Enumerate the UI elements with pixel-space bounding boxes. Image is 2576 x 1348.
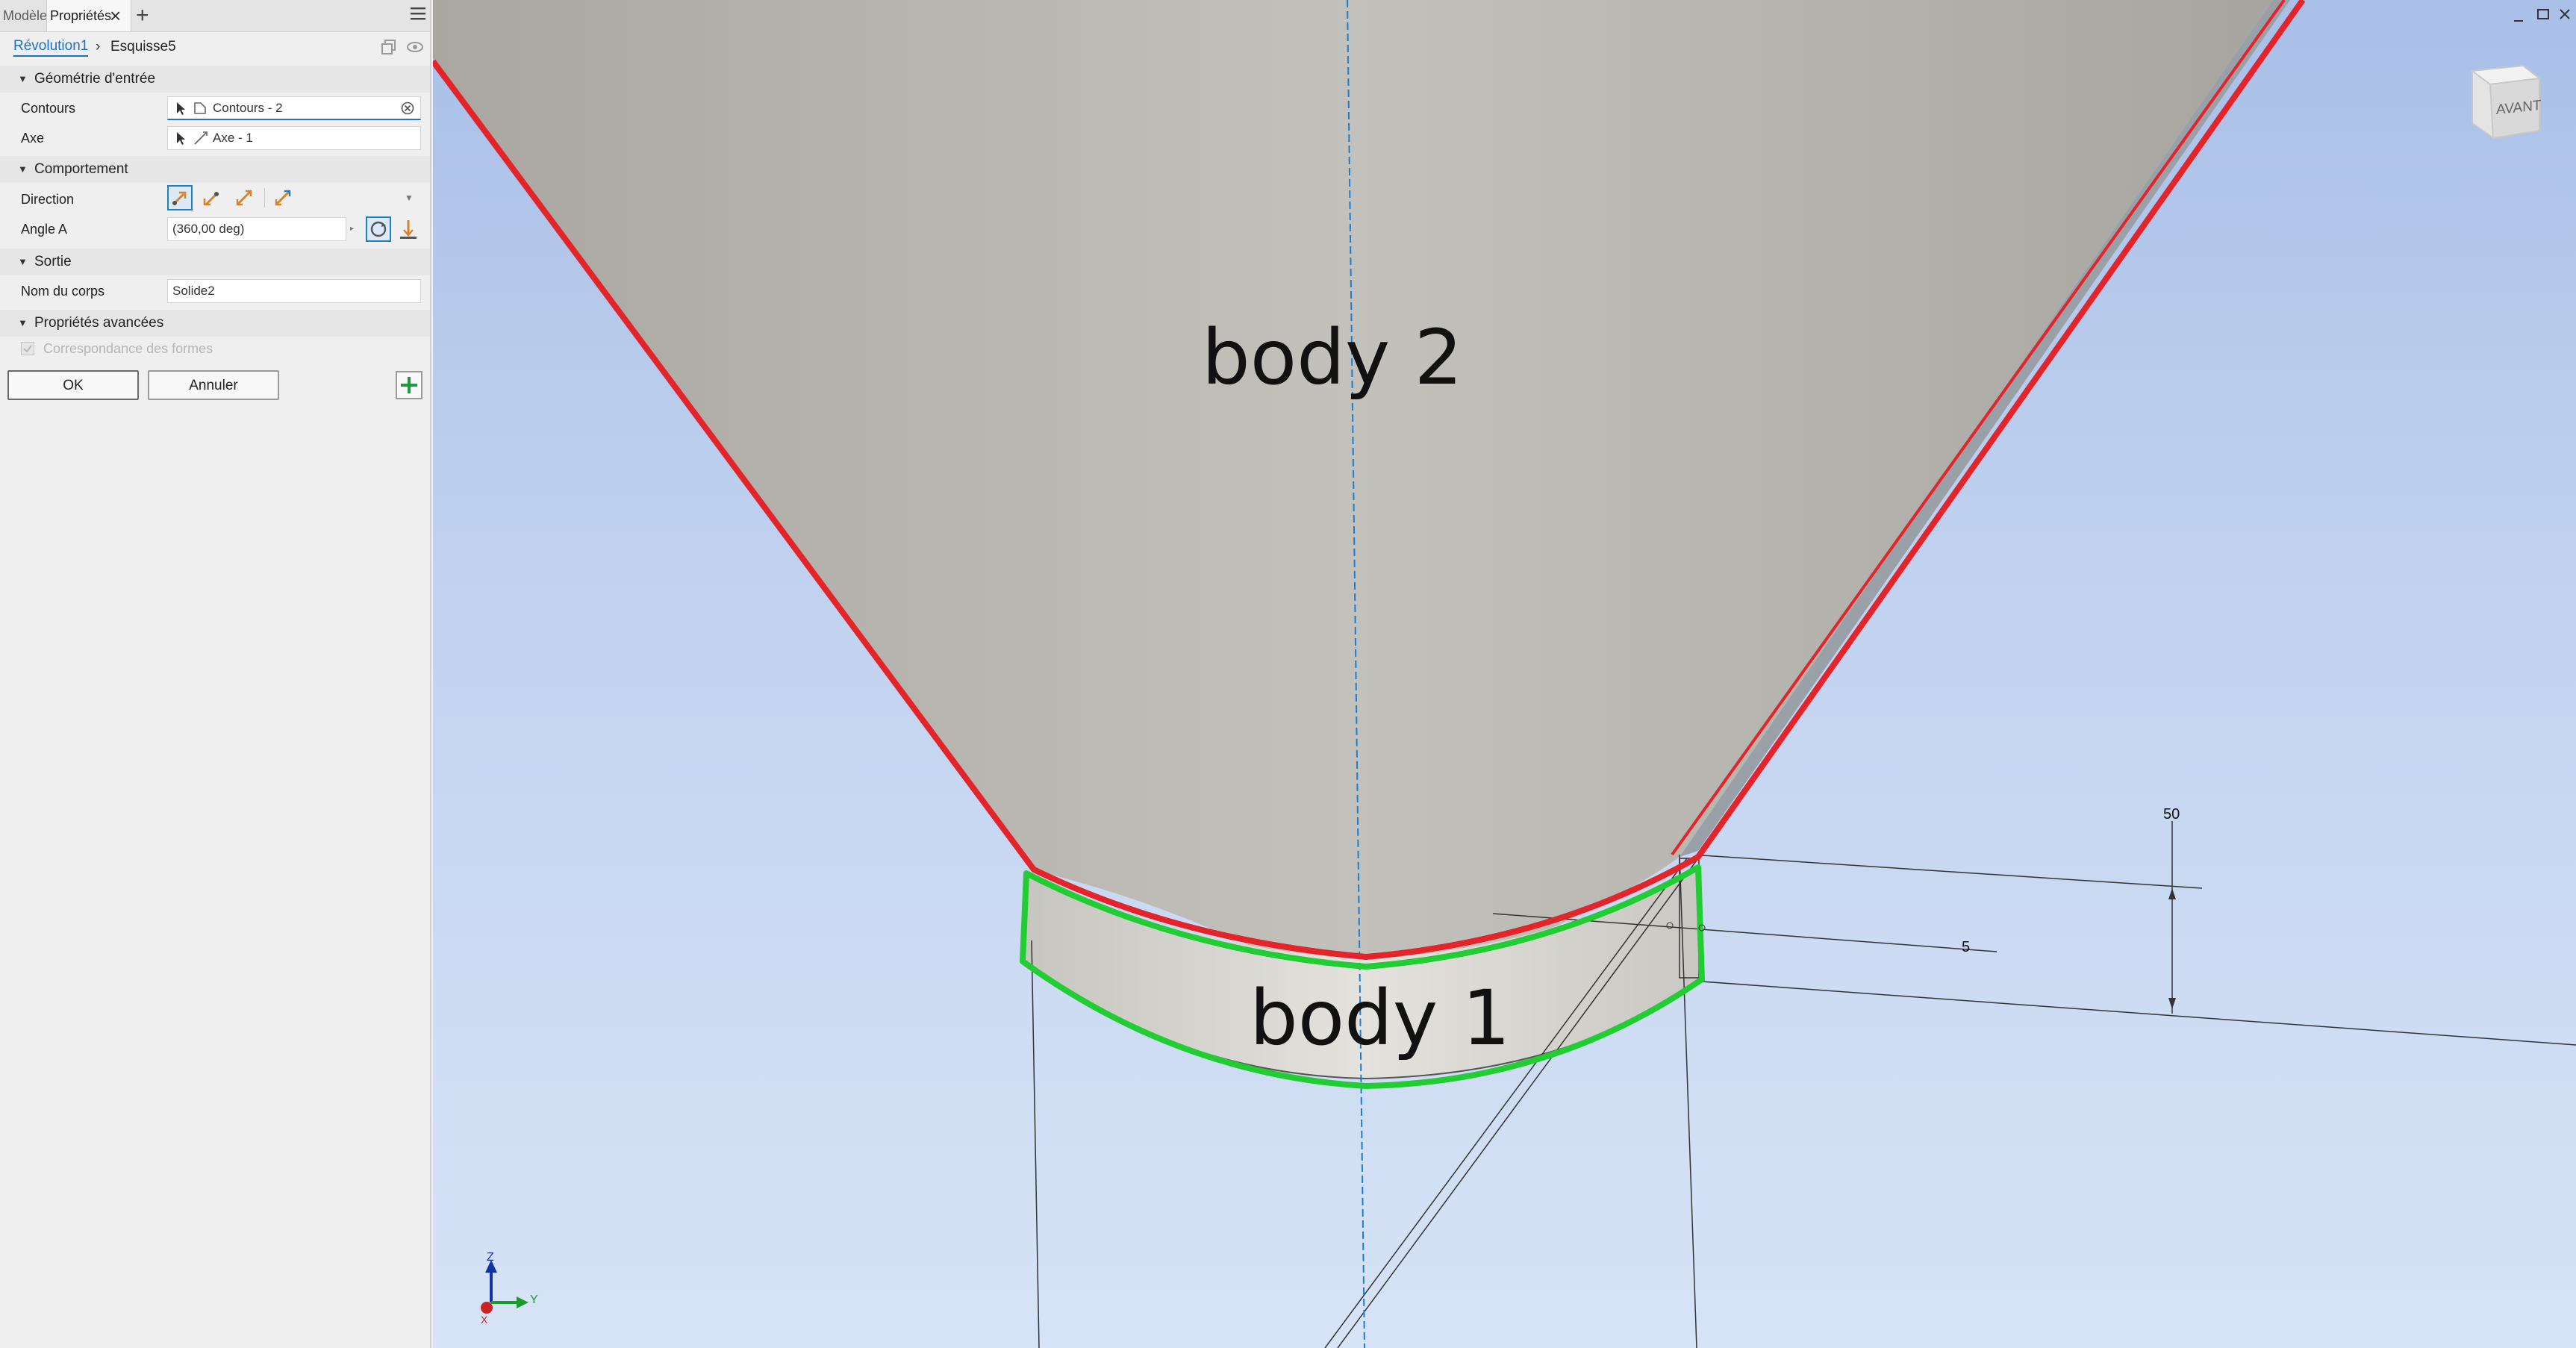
eye-icon[interactable]	[406, 40, 424, 57]
shape-match-checkbox[interactable]	[21, 342, 34, 355]
collapse-icon: ▼	[18, 73, 28, 84]
angle-dropdown-icon[interactable]: ▸	[350, 218, 354, 240]
contours-value: Contours - 2	[213, 101, 283, 115]
section-title: Sortie	[34, 254, 72, 269]
full-revolution-button[interactable]	[366, 216, 391, 242]
direction-symmetric-button[interactable]	[233, 187, 255, 213]
section-behavior[interactable]: ▼ Comportement	[0, 156, 430, 183]
collapse-icon: ▼	[18, 163, 28, 175]
tab-properties-label: Propriétés	[50, 8, 112, 23]
section-input-geometry[interactable]: ▼ Géométrie d'entrée	[0, 66, 430, 93]
restore-icon	[2537, 9, 2549, 19]
contours-label: Contours	[21, 101, 76, 116]
section-title: Comportement	[34, 161, 128, 177]
breadcrumb-feature[interactable]: Révolution1	[13, 36, 89, 57]
window-controls	[2514, 9, 2570, 22]
add-tab-icon[interactable]: +	[136, 1, 149, 30]
3d-viewport[interactable]: body 2 body 1 50 5 AVANT Z Y X	[433, 0, 2576, 1348]
direction-dropdown-icon[interactable]: ▼	[405, 193, 414, 203]
collapse-icon: ▼	[18, 256, 28, 267]
to-face-button[interactable]	[397, 218, 420, 244]
panel-tab-bar: Modèle Propriétés × +	[0, 0, 430, 32]
ok-button[interactable]: OK	[7, 370, 139, 400]
body-name-input[interactable]: Solide2	[167, 279, 421, 303]
angle-label: Angle A	[21, 222, 68, 237]
contours-field[interactable]: Contours - 2	[167, 96, 421, 120]
section-title: Géométrie d'entrée	[34, 71, 156, 87]
shape-match-label: Correspondance des formes	[43, 341, 213, 356]
profile-icon	[193, 97, 207, 122]
properties-panel: Modèle Propriétés × + Révolution1 › Esqu…	[0, 0, 431, 1348]
body-1-label: body 1	[1250, 974, 1511, 1063]
section-advanced-properties[interactable]: ▼ Propriétés avancées	[0, 310, 430, 337]
axis-value: Axe - 1	[213, 131, 253, 145]
angle-value: (360,00 deg)	[172, 222, 245, 236]
dimension-5-label[interactable]: 5	[1962, 939, 1970, 956]
breadcrumb-sketch[interactable]: Esquisse5	[110, 36, 176, 58]
body-2-solid[interactable]	[433, 0, 2290, 959]
breadcrumb-separator: ›	[96, 39, 101, 54]
dimension-50-label[interactable]: 50	[2163, 806, 2180, 823]
select-arrow-icon	[175, 127, 186, 153]
axis-field[interactable]: Axe - 1	[167, 126, 421, 150]
menu-icon[interactable]	[409, 4, 427, 26]
triad-y-label: Y	[530, 1294, 538, 1306]
copy-icon[interactable]	[381, 39, 397, 59]
body-name-label: Nom du corps	[21, 284, 105, 299]
coordinate-triad-icon	[481, 1260, 528, 1314]
add-button[interactable]	[396, 371, 422, 399]
tab-properties[interactable]: Propriétés ×	[46, 0, 131, 31]
section-title: Propriétés avancées	[34, 315, 164, 331]
direction-default-button[interactable]	[167, 185, 193, 210]
dimension-markers	[1666, 888, 2176, 1009]
tab-model[interactable]: Modèle	[0, 0, 49, 31]
collapse-icon: ▼	[18, 317, 28, 328]
direction-asymmetric-button[interactable]	[272, 187, 294, 213]
body-2-label: body 2	[1202, 313, 1463, 402]
body-name-value: Solide2	[172, 284, 215, 298]
section-output[interactable]: ▼ Sortie	[0, 249, 430, 275]
triad-x-label: X	[481, 1314, 488, 1326]
direction-label: Direction	[21, 192, 75, 207]
select-arrow-icon	[175, 97, 186, 123]
close-icon[interactable]: ×	[110, 0, 121, 31]
axis-label: Axe	[21, 131, 45, 146]
triad-z-label: Z	[487, 1251, 494, 1264]
clear-icon[interactable]	[401, 97, 414, 122]
axis-line-icon	[193, 127, 208, 153]
direction-separator	[264, 188, 265, 207]
angle-field[interactable]: (360,00 deg) ▸	[167, 217, 354, 241]
direction-flipped-button[interactable]	[200, 187, 222, 213]
cancel-button[interactable]: Annuler	[148, 370, 279, 400]
close-window-icon	[2560, 9, 2570, 19]
